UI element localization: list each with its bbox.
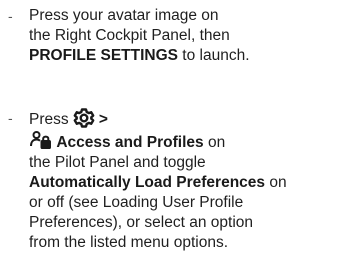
profile-settings-label: PROFILE SETTINGS (29, 47, 178, 64)
gear-icon (73, 108, 95, 128)
automatically-load-preferences-label: Automatically Load Preferences (29, 174, 266, 191)
instruction-text-1: Press your avatar image on the Right Coc… (29, 6, 337, 66)
instruction-2-line-6: Preferences), or select an option (29, 214, 254, 231)
instruction-2-line-2: Access and Profiles on (29, 130, 337, 153)
instruction-1-line-3: PROFILE SETTINGS to launch. (29, 47, 250, 64)
user-lock-icon (30, 130, 52, 150)
instruction-1-line-1: Press your avatar image on (29, 7, 219, 24)
instruction-1-line-2: the Right Cockpit Panel, then (29, 27, 230, 44)
instruction-2-line-5: or off (see Loading User Profile (29, 194, 244, 211)
instruction-2-line-3: the Pilot Panel and toggle (29, 154, 206, 171)
bullet-dash: - (8, 8, 13, 24)
access-and-profiles-label: Access and Profiles (56, 134, 204, 151)
bullet-dash: - (8, 110, 13, 126)
instruction-2-line-7: from the listed menu options. (29, 234, 229, 251)
instruction-2-line-4: Automatically Load Preferences on (29, 174, 287, 191)
instruction-2-line-1: Press > (29, 108, 337, 130)
instruction-text-2: Press > Access and Profiles on the Pilot… (29, 108, 337, 253)
